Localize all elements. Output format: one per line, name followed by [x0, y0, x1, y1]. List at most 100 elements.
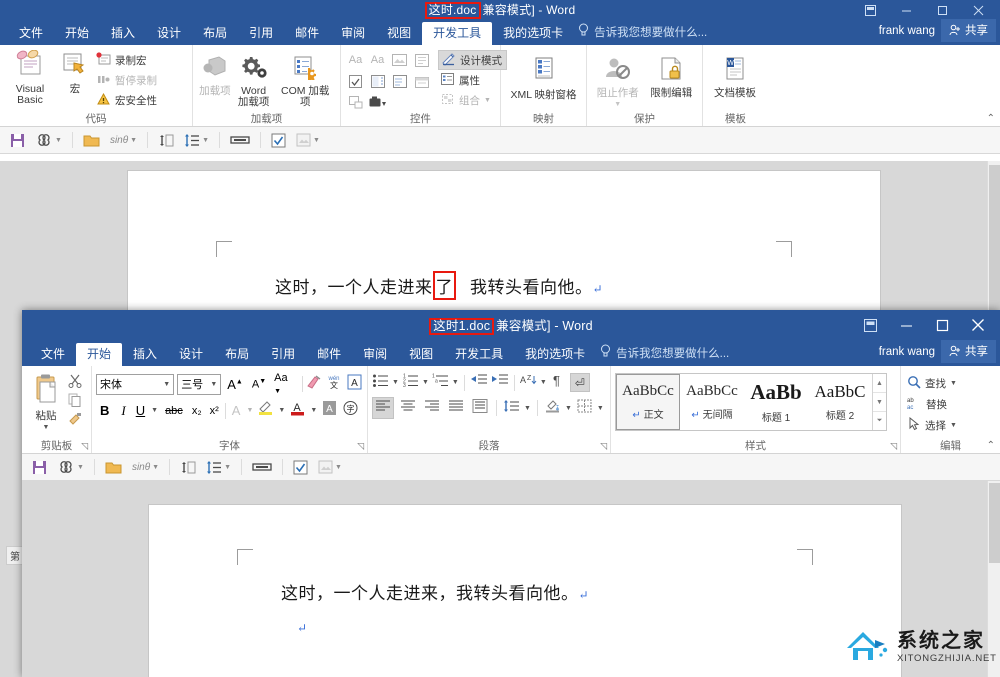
font-size-dropdown-icon[interactable]: ▼ [210, 381, 217, 388]
addin-image-dropdown-icon[interactable]: ▼ [313, 137, 320, 144]
clear-formatting-button[interactable] [306, 374, 323, 394]
styles-scroll-buttons[interactable]: ▲ ▼ ⏷ [872, 374, 886, 430]
tab-insert[interactable]: 插入 [100, 22, 146, 45]
tell-me-box[interactable]: 告诉我您想要做什么... [574, 20, 713, 45]
select-dropdown-icon[interactable]: ▼ [950, 422, 957, 429]
find-dropdown-icon[interactable]: ▼ [950, 380, 957, 387]
style-item-no-spacing[interactable]: AaBbCc ↵ 无间隔 [680, 374, 744, 430]
front-addin-sin-dropdown-icon[interactable]: ▼ [152, 464, 159, 471]
front-minimize-icon[interactable] [888, 310, 924, 340]
macro-button[interactable]: 宏 [56, 48, 94, 95]
macro-security-button[interactable]: 宏安全性 [94, 90, 161, 110]
tab-developer[interactable]: 开发工具 [422, 22, 493, 45]
addin-equation-button[interactable]: ▼ [31, 132, 66, 148]
collapse-ribbon-icon[interactable]: ⌃ [987, 113, 995, 124]
back-addin-toolbar[interactable]: ▼ sinθ ▼ ▼ ▼ [0, 127, 1000, 154]
multilevel-list-button[interactable]: 1a [432, 373, 449, 392]
styles-gallery[interactable]: AaBbCc ↵ 正文 AaBbCc ↵ 无间隔 AaBb 标题 1 AaBbC… [615, 373, 887, 431]
share-button[interactable]: 共享 [941, 19, 996, 42]
front-titlebar[interactable]: 这时1.doc 兼容模式] - Word [22, 310, 1000, 340]
back-ribbon-tabs[interactable]: 文件 开始 插入 设计 布局 引用 邮件 审阅 视图 开发工具 我的选项卡 告诉… [0, 19, 1000, 45]
ribbon-display-options-icon[interactable] [852, 0, 888, 20]
shading-dropdown-icon[interactable]: ▼ [565, 405, 572, 412]
front-scroll-thumb[interactable] [989, 483, 1000, 563]
align-left-button[interactable] [372, 397, 394, 419]
front-addin-image-dropdown-icon[interactable]: ▼ [335, 464, 342, 471]
rich-text-control-icon[interactable]: Aa [345, 50, 366, 70]
tab-review[interactable]: 审阅 [330, 22, 376, 45]
picture-control-icon[interactable] [389, 50, 410, 70]
front-tab-developer[interactable]: 开发工具 [444, 343, 514, 366]
plain-text-control-icon[interactable]: Aa [367, 50, 388, 70]
text-effects-dropdown-icon[interactable]: ▼ [246, 407, 253, 414]
combo-box-control-icon[interactable] [367, 71, 388, 91]
line-spacing-button[interactable] [503, 399, 520, 418]
back-document-line-1[interactable]: 这时，一个人走进来了我转头看向他。↵ [275, 271, 603, 300]
addin-image-button[interactable]: ▼ [292, 131, 324, 149]
underline-button[interactable]: U [134, 403, 147, 418]
maximize-icon[interactable] [924, 0, 960, 20]
grow-font-button[interactable]: A▲ [224, 377, 246, 392]
checkbox-control-icon[interactable] [345, 71, 366, 91]
legacy-tools-icon[interactable] [345, 92, 366, 112]
building-block-control-icon[interactable] [411, 50, 432, 70]
character-border-button[interactable]: A [346, 374, 363, 395]
font-dialog-launcher[interactable]: ◹ [357, 441, 364, 452]
design-mode-button[interactable]: 设计模式 [438, 50, 507, 70]
front-addin-folder-button[interactable] [101, 458, 126, 476]
date-picker-control-icon[interactable] [411, 71, 432, 91]
change-case-button[interactable]: Aa ▼ [272, 372, 299, 396]
styles-dialog-launcher[interactable]: ◹ [890, 441, 897, 452]
front-document-line-1[interactable]: 这时，一个人走进来，我转头看向他。↵ [281, 579, 589, 604]
italic-button[interactable]: I [117, 403, 129, 419]
shading-button[interactable] [544, 398, 561, 418]
style-item-heading1[interactable]: AaBb 标题 1 [744, 374, 808, 430]
front-addin-equation-dropdown-icon[interactable]: ▼ [77, 464, 84, 471]
numbering-button[interactable]: 123 [402, 373, 419, 392]
block-authors-dropdown-arrow-icon[interactable]: ▼ [614, 99, 621, 110]
front-tab-file[interactable]: 文件 [30, 343, 76, 366]
word-window-front[interactable]: 这时1.doc 兼容模式] - Word 文件 开始 插入 设计 布局 引用 邮… [22, 310, 1000, 677]
select-button[interactable]: 选择 ▼ [905, 415, 961, 436]
back-account-area[interactable]: frank wang 共享 [879, 19, 996, 42]
front-tab-mailings[interactable]: 邮件 [306, 343, 352, 366]
strikethrough-button[interactable]: abc [162, 405, 186, 417]
addin-checkbox-button[interactable] [267, 131, 290, 150]
distribute-button[interactable] [470, 398, 490, 419]
font-name-dropdown-icon[interactable]: ▼ [163, 381, 170, 388]
tab-design[interactable]: 设计 [146, 22, 192, 45]
front-share-button[interactable]: 共享 [941, 340, 996, 363]
numbering-dropdown-icon[interactable]: ▼ [422, 379, 429, 386]
properties-button[interactable]: 属性 [438, 70, 507, 90]
bullets-dropdown-icon[interactable]: ▼ [392, 379, 399, 386]
paragraph-marks-button[interactable]: ¶ [550, 373, 567, 392]
back-titlebar[interactable]: 这时.doc 兼容模式] - Word [0, 0, 1000, 20]
front-addin-equation-button[interactable]: ▼ [53, 459, 88, 475]
front-ribbon-display-options-icon[interactable] [852, 310, 888, 340]
bullets-button[interactable] [372, 373, 389, 392]
group-dropdown-arrow-icon[interactable]: ▼ [484, 97, 491, 104]
front-close-icon[interactable] [960, 310, 996, 340]
front-addin-image-button[interactable]: ▼ [314, 458, 346, 476]
borders-dropdown-icon[interactable]: ▼ [597, 405, 604, 412]
front-addin-bracket-button[interactable] [248, 459, 276, 475]
front-tab-my-tab[interactable]: 我的选项卡 [514, 343, 596, 366]
restrict-editing-button[interactable]: 限制编辑 [645, 54, 699, 99]
styles-scroll-up-icon[interactable]: ▲ [873, 374, 886, 393]
font-color-button[interactable]: A [289, 400, 306, 421]
tab-view[interactable]: 视图 [376, 22, 422, 45]
font-size-combo[interactable]: 三号 ▼ [177, 373, 222, 395]
clipboard-dialog-launcher[interactable]: ◹ [81, 441, 88, 452]
styles-more-icon[interactable]: ⏷ [873, 412, 886, 430]
block-authors-button[interactable]: 阻止作者 ▼ [591, 54, 645, 110]
addin-folder-button[interactable] [79, 131, 104, 149]
justify-button[interactable] [446, 398, 466, 418]
tab-mailings[interactable]: 邮件 [284, 22, 330, 45]
styles-scroll-down-icon[interactable]: ▼ [873, 393, 886, 412]
text-highlight-button[interactable] [257, 400, 274, 421]
subscript-button[interactable]: x₂ [190, 405, 204, 417]
front-addin-save-button[interactable] [28, 458, 51, 477]
tab-home[interactable]: 开始 [54, 22, 100, 45]
front-document-page[interactable]: 这时，一个人走进来，我转头看向他。↵ ↵ [149, 505, 901, 677]
front-tab-layout[interactable]: 布局 [214, 343, 260, 366]
